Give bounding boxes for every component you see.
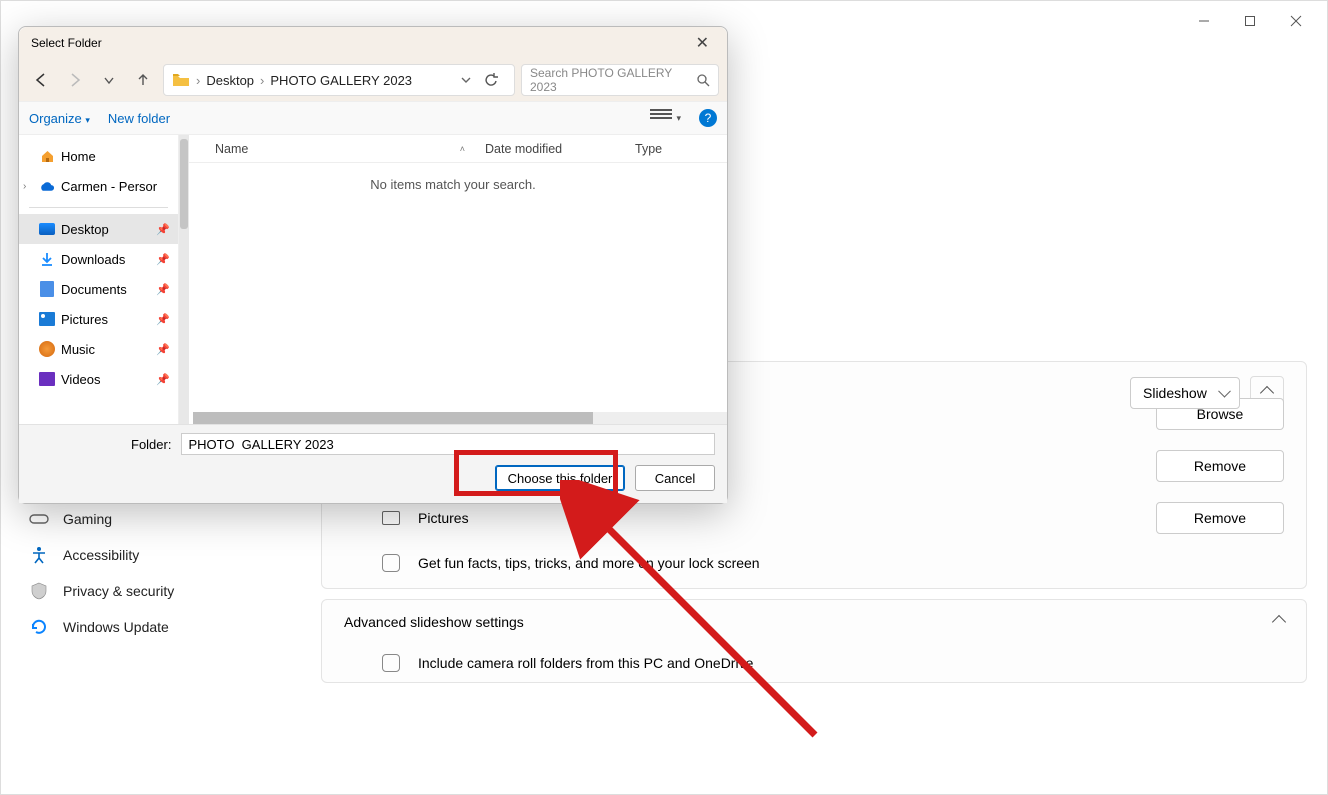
funfacts-label: Get fun facts, tips, tricks, and more on… — [418, 555, 760, 571]
pin-icon: 📌 — [156, 313, 170, 326]
minimize-button[interactable] — [1181, 5, 1227, 37]
camera-roll-row: Include camera roll folders from this PC… — [322, 644, 1306, 682]
close-button[interactable] — [1273, 5, 1319, 37]
breadcrumb-desktop[interactable]: Desktop — [206, 73, 254, 88]
col-name[interactable]: Name˄ — [207, 142, 477, 156]
breadcrumb-sep: › — [194, 73, 202, 88]
maximize-button[interactable] — [1227, 5, 1273, 37]
document-icon — [39, 281, 55, 297]
chevron-down-icon[interactable] — [460, 74, 472, 86]
desktop-icon — [39, 221, 55, 237]
tree-pictures[interactable]: Pictures📌 — [19, 304, 178, 334]
pin-icon: 📌 — [156, 223, 170, 236]
breadcrumb-sep: › — [258, 73, 266, 88]
tree-music[interactable]: Music📌 — [19, 334, 178, 364]
sidebar-label: Gaming — [63, 511, 112, 527]
tree-desktop[interactable]: Desktop📌 — [19, 214, 178, 244]
folder-name-input[interactable] — [181, 433, 715, 455]
advanced-panel: Advanced slideshow settings Include came… — [321, 599, 1307, 683]
remove-button[interactable]: Remove — [1156, 502, 1284, 534]
onedrive-icon — [39, 178, 55, 194]
videos-icon — [39, 371, 55, 387]
dialog-close-button[interactable]: ✕ — [688, 29, 717, 57]
folder-icon — [382, 511, 400, 525]
dialog-title: Select Folder — [31, 36, 102, 50]
update-icon — [29, 617, 49, 637]
download-icon — [39, 251, 55, 267]
pin-icon: 📌 — [156, 253, 170, 266]
chevron-up-icon — [1272, 615, 1286, 629]
vscroll-thumb[interactable] — [180, 139, 188, 229]
tree-documents[interactable]: Documents📌 — [19, 274, 178, 304]
sidebar-label: Accessibility — [63, 547, 139, 563]
tree-personal[interactable]: ›Carmen - Persor — [19, 171, 178, 201]
sidebar-label: Privacy & security — [63, 583, 174, 599]
advanced-header: Advanced slideshow settings — [344, 614, 524, 630]
search-icon — [697, 74, 710, 87]
pin-icon: 📌 — [156, 373, 170, 386]
tree-downloads[interactable]: Downloads📌 — [19, 244, 178, 274]
shield-icon — [29, 581, 49, 601]
breadcrumb-current[interactable]: PHOTO GALLERY 2023 — [270, 73, 412, 88]
folder-icon — [172, 73, 190, 87]
personalize-dropdown[interactable]: Slideshow — [1130, 377, 1240, 409]
col-date[interactable]: Date modified — [477, 142, 627, 156]
new-folder-button[interactable]: New folder — [108, 111, 170, 126]
nav-recent-button[interactable] — [95, 66, 123, 94]
vscrollbar[interactable] — [179, 135, 189, 424]
accessibility-icon — [29, 545, 49, 565]
music-icon — [39, 341, 55, 357]
refresh-button[interactable] — [476, 73, 506, 88]
funfacts-checkbox[interactable] — [382, 554, 400, 572]
pin-icon: 📌 — [156, 343, 170, 356]
sort-asc-icon: ˄ — [460, 144, 465, 154]
sidebar-item-privacy[interactable]: Privacy & security — [21, 573, 301, 609]
home-icon — [39, 148, 55, 164]
search-placeholder: Search PHOTO GALLERY 2023 — [530, 66, 697, 94]
search-input[interactable]: Search PHOTO GALLERY 2023 — [521, 64, 719, 96]
cameraroll-label: Include camera roll folders from this PC… — [418, 655, 753, 671]
nav-up-button[interactable] — [129, 66, 157, 94]
fun-facts-row: Get fun facts, tips, tricks, and more on… — [322, 544, 1306, 588]
cameraroll-checkbox[interactable] — [382, 654, 400, 672]
sidebar-label: Windows Update — [63, 619, 169, 635]
dialog-navrow: › Desktop › PHOTO GALLERY 2023 Search PH… — [19, 59, 727, 101]
list-header: Name˄ Date modified Type — [179, 135, 727, 163]
choose-folder-button[interactable]: Choose this folder — [495, 465, 625, 491]
dialog-body: Home ›Carmen - Persor Desktop📌 Downloads… — [19, 135, 727, 424]
gamepad-icon — [29, 509, 49, 529]
view-list-icon — [650, 109, 672, 127]
sidebar-item-gaming[interactable]: Gaming — [21, 501, 301, 537]
advanced-header-row[interactable]: Advanced slideshow settings — [322, 600, 1306, 644]
dialog-toolbar: Organize ▾ New folder ▾ ? — [19, 101, 727, 135]
tree-home[interactable]: Home — [19, 141, 178, 171]
dialog-footer: Folder: Choose this folder Cancel — [19, 424, 727, 503]
expand-icon[interactable]: › — [23, 181, 26, 192]
album-name: Pictures — [418, 510, 469, 526]
folder-tree[interactable]: Home ›Carmen - Persor Desktop📌 Downloads… — [19, 135, 179, 424]
nav-forward-button[interactable] — [61, 66, 89, 94]
pictures-icon — [39, 311, 55, 327]
address-bar[interactable]: › Desktop › PHOTO GALLERY 2023 — [163, 64, 515, 96]
remove-button[interactable]: Remove — [1156, 450, 1284, 482]
empty-message: No items match your search. — [179, 177, 727, 192]
view-menu[interactable]: ▾ — [650, 109, 681, 127]
select-folder-dialog: Select Folder ✕ › Desktop › PHOTO GALLER… — [18, 26, 728, 504]
nav-back-button[interactable] — [27, 66, 55, 94]
pin-icon: 📌 — [156, 283, 170, 296]
organize-menu[interactable]: Organize ▾ — [29, 111, 90, 126]
tree-separator — [29, 207, 168, 208]
file-list[interactable]: Name˄ Date modified Type No items match … — [179, 135, 727, 424]
cancel-button[interactable]: Cancel — [635, 465, 715, 491]
hscrollbar[interactable] — [193, 412, 727, 424]
folder-label: Folder: — [31, 437, 171, 452]
sidebar-item-update[interactable]: Windows Update — [21, 609, 301, 645]
sidebar-item-accessibility[interactable]: Accessibility — [21, 537, 301, 573]
col-type[interactable]: Type — [627, 142, 707, 156]
dialog-titlebar: Select Folder ✕ — [19, 27, 727, 59]
tree-videos[interactable]: Videos📌 — [19, 364, 178, 394]
hscroll-thumb[interactable] — [193, 412, 593, 424]
help-button[interactable]: ? — [699, 109, 717, 127]
